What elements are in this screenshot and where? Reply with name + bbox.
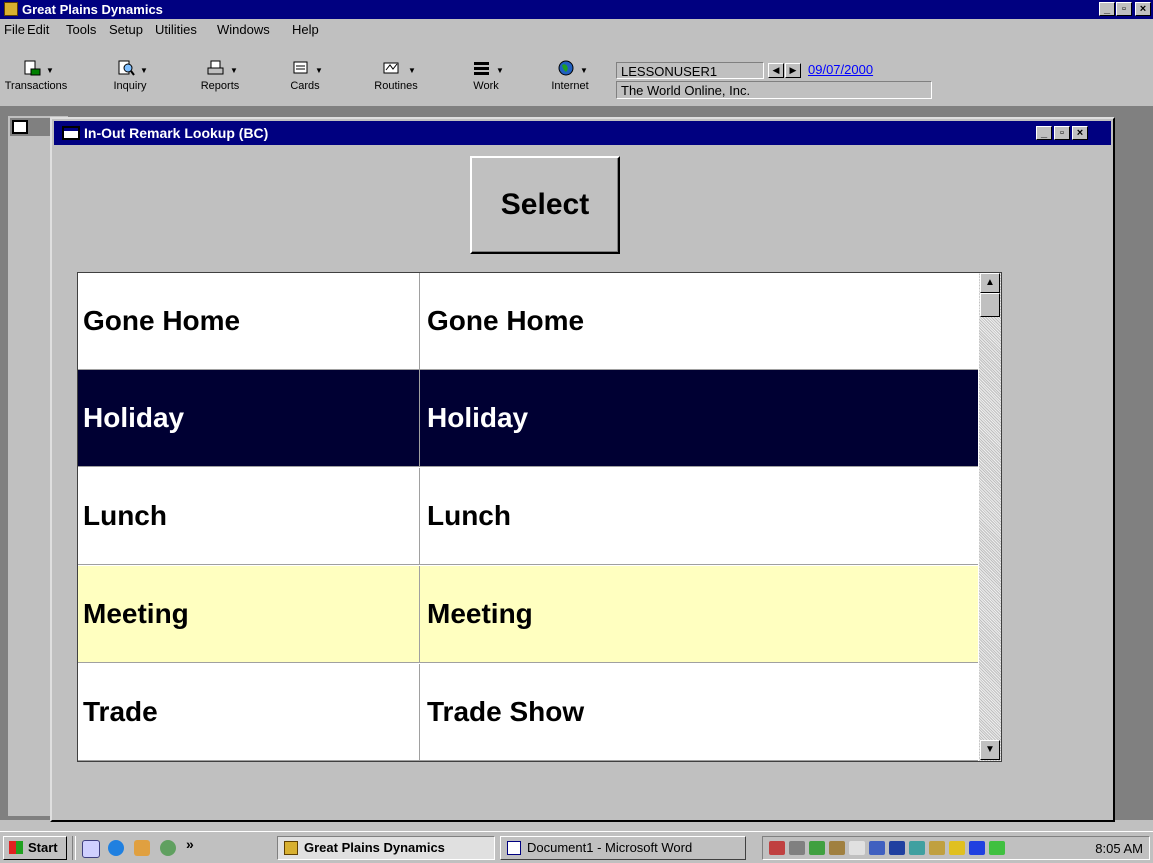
tray-icon[interactable] <box>769 841 785 855</box>
remark-grid: Gone Home Gone Home Holiday Holiday Lunc… <box>77 272 1002 762</box>
tray-icon[interactable] <box>989 841 1005 855</box>
menu-setup[interactable]: Setup <box>109 22 143 37</box>
company-name-field: The World Online, Inc. <box>616 81 932 99</box>
internet-icon <box>558 60 574 76</box>
date-previous-button[interactable]: ◀ <box>768 63 784 78</box>
menu-bar: File Edit Tools Setup Utilities Windows … <box>0 19 1153 39</box>
tray-icon[interactable] <box>909 841 925 855</box>
app-icon <box>4 2 18 16</box>
user-id-field: LESSONUSER1 <box>616 62 764 79</box>
toolbar-reports-button[interactable]: ▼ Reports <box>180 60 260 100</box>
great-plains-icon <box>284 841 298 855</box>
start-label: Start <box>28 840 58 855</box>
user-info-panel: LESSONUSER1 ◀ ▶ 09/07/2000 The World Onl… <box>616 62 932 102</box>
outlook-icon[interactable] <box>134 840 150 856</box>
remark-id-cell: Trade <box>78 664 420 760</box>
select-button[interactable]: Select <box>470 156 620 254</box>
lookup-window-titlebar: In-Out Remark Lookup (BC) _ ▫ × <box>54 121 1111 145</box>
lookup-minimize-button[interactable]: _ <box>1036 126 1052 140</box>
reports-icon <box>207 60 224 75</box>
remark-description-cell: Meeting <box>427 598 533 629</box>
lookup-maximize-button[interactable]: ▫ <box>1054 126 1070 140</box>
remark-description-cell: Trade Show <box>427 696 585 727</box>
menu-file[interactable]: File <box>4 22 25 37</box>
remark-description-cell: Gone Home <box>427 305 585 336</box>
transactions-icon <box>24 60 41 76</box>
system-tray: 8:05 AM <box>762 836 1150 860</box>
remark-id-cell: Meeting <box>78 566 420 662</box>
table-row[interactable]: Trade Trade Show <box>78 664 978 761</box>
user-date-link[interactable]: 09/07/2000 <box>808 62 873 77</box>
toolbar-internet-button[interactable]: ▼ Internet <box>530 60 610 100</box>
menu-help[interactable]: Help <box>292 22 319 37</box>
app-titlebar: Great Plains Dynamics _ ▫ × <box>0 0 1153 19</box>
taskbar: Start » Great Plains Dynamics Document1 … <box>0 831 1153 863</box>
app-close-button[interactable]: × <box>1135 2 1151 16</box>
remark-id-cell: Lunch <box>78 468 420 564</box>
toolbar-routines-button[interactable]: ▼ Routines <box>356 60 436 100</box>
table-row[interactable]: Meeting Meeting <box>78 566 978 663</box>
app-title: Great Plains Dynamics <box>22 2 163 17</box>
toolbar-work-button[interactable]: ▼ Work <box>446 60 526 100</box>
menu-utilities[interactable]: Utilities <box>155 22 197 37</box>
window-system-icon[interactable] <box>62 126 80 140</box>
tray-icon[interactable] <box>929 841 945 855</box>
monitor-icon[interactable] <box>869 841 885 855</box>
toolbar: ▼ Transactions ▼ Inquiry ▼ Reports ▼ Car… <box>0 40 1153 106</box>
scroll-up-button[interactable]: ▲ <box>980 273 1000 293</box>
internet-explorer-icon[interactable] <box>108 840 124 856</box>
volume-icon[interactable] <box>789 841 805 855</box>
tray-icon[interactable] <box>829 841 845 855</box>
channels-icon[interactable] <box>160 840 176 856</box>
windows-logo-icon <box>9 841 23 854</box>
remark-description-cell: Lunch <box>427 500 511 531</box>
toolbar-cards-button[interactable]: ▼ Cards <box>265 60 345 100</box>
app-restore-button[interactable]: ▫ <box>1116 2 1132 16</box>
taskbar-word-button[interactable]: Document1 - Microsoft Word <box>500 836 746 860</box>
routines-icon <box>383 62 399 74</box>
tray-icon[interactable] <box>889 841 905 855</box>
background-window-icon <box>12 120 28 134</box>
menu-windows[interactable]: Windows <box>217 22 270 37</box>
app-minimize-button[interactable]: _ <box>1099 2 1115 16</box>
taskbar-great-plains-button[interactable]: Great Plains Dynamics <box>277 836 495 860</box>
show-desktop-icon[interactable] <box>82 840 100 858</box>
tray-icon[interactable] <box>969 841 985 855</box>
date-arrows: ◀ ▶ <box>768 63 804 78</box>
scroll-down-button[interactable]: ▼ <box>980 740 1000 760</box>
remark-id-cell: Gone Home <box>78 273 420 369</box>
cards-icon <box>293 61 308 74</box>
menu-edit[interactable]: Edit <box>27 22 49 37</box>
start-button[interactable]: Start <box>3 836 67 860</box>
lookup-window-title: In-Out Remark Lookup (BC) <box>84 125 269 141</box>
tray-icon[interactable] <box>849 841 865 855</box>
menu-tools[interactable]: Tools <box>66 22 96 37</box>
lookup-window: In-Out Remark Lookup (BC) _ ▫ × Select G… <box>50 117 1115 822</box>
tray-icon[interactable] <box>809 841 825 855</box>
scroll-thumb[interactable] <box>980 293 1000 317</box>
remark-description-cell: Holiday <box>427 402 529 433</box>
inquiry-icon <box>118 60 135 76</box>
date-next-button[interactable]: ▶ <box>785 63 801 78</box>
lookup-close-button[interactable]: × <box>1072 126 1088 140</box>
table-row[interactable]: Holiday Holiday <box>78 370 978 467</box>
work-icon <box>474 62 489 75</box>
grid-scrollbar[interactable]: ▲ ▼ <box>979 273 1001 761</box>
taskbar-clock: 8:05 AM <box>1095 841 1143 856</box>
word-icon <box>507 841 521 855</box>
toolbar-inquiry-button[interactable]: ▼ Inquiry <box>90 60 170 100</box>
quicklaunch-chevron[interactable]: » <box>186 836 194 852</box>
toolbar-transactions-button[interactable]: ▼ Transactions <box>0 60 76 100</box>
tray-icon[interactable] <box>949 841 965 855</box>
remark-id-cell: Holiday <box>78 370 420 466</box>
table-row[interactable]: Lunch Lunch <box>78 468 978 565</box>
table-row[interactable]: Gone Home Gone Home <box>78 273 978 370</box>
taskbar-divider <box>72 836 76 860</box>
